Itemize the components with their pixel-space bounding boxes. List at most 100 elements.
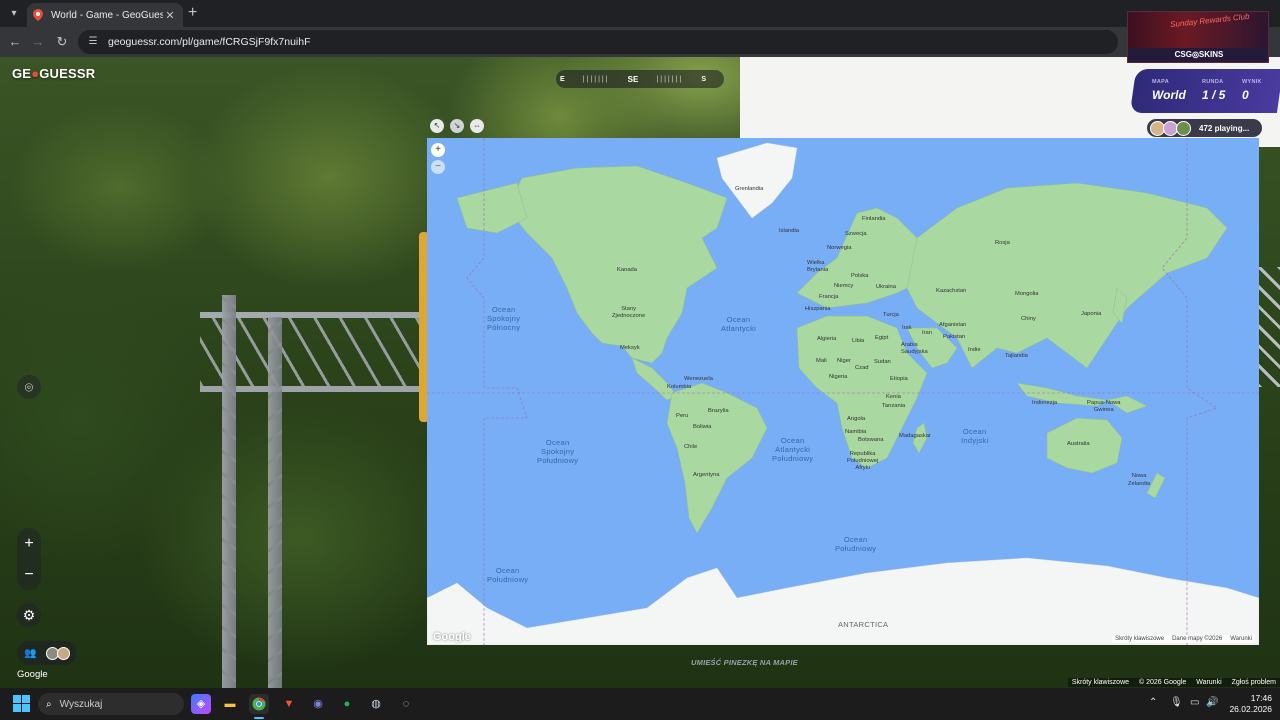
windows-taskbar: ⌕ Wyszukaj ◈ ▬ ▼ ◉ ● ◍ ◌ ⌃ 🎙 ▭ 🔊 17:46 2… xyxy=(0,688,1280,720)
browser-tab-bar: ▾ World - Game - GeoGuessr ✕ + xyxy=(0,0,1280,27)
map-data-credit: Dane mapy ©2026 xyxy=(1172,636,1223,642)
volume-icon[interactable]: 🔊 xyxy=(1206,697,1218,708)
country-label: Sudan xyxy=(874,359,891,365)
country-label: Nowa Zelandia xyxy=(1128,473,1151,487)
country-label: Kanada xyxy=(617,267,637,273)
copilot-icon[interactable]: ◈ xyxy=(191,694,211,714)
country-label: Stany Zjednoczone xyxy=(612,306,646,319)
country-label: Irak xyxy=(902,325,912,331)
ocean-label: Ocean Spokojny Południowy xyxy=(537,438,579,465)
ocean-label: Ocean Południowy xyxy=(487,566,529,584)
panorama-zoom-in-button[interactable]: + xyxy=(17,528,41,559)
microphone-icon[interactable]: 🎙 xyxy=(1170,697,1183,708)
friends-button[interactable]: 👥 xyxy=(17,641,77,665)
new-tab-icon[interactable]: + xyxy=(188,4,202,22)
street-view-panorama[interactable]: GE●GUESSR E ||||||| SE ||||||| S MAPA Wo… xyxy=(0,57,1280,688)
antarctica-label: ANTARCTICA xyxy=(838,620,889,629)
sv-shortcuts-link[interactable]: Skróty klawiszowe xyxy=(1072,679,1129,686)
back-arrow-icon[interactable]: ← xyxy=(7,34,23,50)
stat-score-label: WYNIK xyxy=(1242,79,1262,85)
brave-icon[interactable]: ▼ xyxy=(279,694,299,714)
enlarge-map-icon[interactable]: ↘ xyxy=(450,119,464,133)
app-icon[interactable]: ◌ xyxy=(396,694,416,714)
country-label: Etiopia xyxy=(890,376,908,382)
tab-search-chevron-icon[interactable]: ▾ xyxy=(5,5,23,23)
stream-ad-overlay: Sunday Rewards Club CSG◎SKINS xyxy=(1127,11,1269,63)
return-to-start-icon[interactable]: ⌾ xyxy=(17,375,41,399)
reload-icon[interactable]: ↻ xyxy=(54,34,70,50)
country-label: Arabia Saudyjska xyxy=(901,342,928,355)
taskbar-search[interactable]: ⌕ Wyszukaj xyxy=(38,693,184,715)
chrome-icon[interactable] xyxy=(249,694,269,714)
ocean-label: Ocean Atlantycki xyxy=(721,315,757,333)
country-label: Tajlandia xyxy=(1005,353,1028,359)
stat-round-value: 1 / 5 xyxy=(1202,88,1226,102)
country-label: Hiszpania xyxy=(805,306,831,312)
ocean-label: Ocean Spokojny Północny xyxy=(487,305,521,332)
country-label: Ukraina xyxy=(876,284,896,290)
browser-tab[interactable]: World - Game - GeoGuessr ✕ xyxy=(27,3,183,27)
address-bar: ← → ↻ ☰ geoguessr.com/pl/game/fCRGSjF9fx… xyxy=(0,27,1280,57)
compass-heading: SE xyxy=(627,74,639,84)
map-size-controls: ↖ ↘ ⇔ xyxy=(430,119,484,133)
country-label: Mali xyxy=(816,358,827,364)
country-label: Peru xyxy=(676,413,689,419)
logo-text-right: GUESSR xyxy=(39,66,96,81)
country-label: Norwegia xyxy=(827,245,852,251)
map-zoom-out-button[interactable]: − xyxy=(431,160,445,174)
country-label: Namibia xyxy=(845,429,867,435)
country-label: Szwecja xyxy=(845,231,867,237)
close-tab-icon[interactable]: ✕ xyxy=(163,9,177,22)
country-label: Angola xyxy=(847,416,866,422)
panorama-zoom-out-button[interactable]: − xyxy=(17,559,41,590)
file-explorer-icon[interactable]: ▬ xyxy=(220,694,240,714)
country-label: Polska xyxy=(851,273,869,279)
country-label: Madagaskar xyxy=(899,433,931,439)
network-icon[interactable]: ▭ xyxy=(1190,697,1199,708)
country-label: Wenezuela xyxy=(684,376,713,382)
site-info-icon[interactable]: ☰ xyxy=(86,35,100,49)
sv-report-link[interactable]: Zgłoś problem xyxy=(1232,679,1276,686)
ocean-label: Ocean Atlantycki Południowy xyxy=(772,436,814,463)
country-label: Egipt xyxy=(875,335,889,341)
map-terms-link[interactable]: Warunki xyxy=(1230,636,1252,642)
map-shortcuts-link[interactable]: Skróty klawiszowe xyxy=(1115,636,1164,642)
compass-ticks: ||||||| xyxy=(582,75,610,83)
country-label: Chiny xyxy=(1021,316,1036,322)
forward-arrow-icon[interactable]: → xyxy=(30,34,46,50)
stat-round-label: RUNDA xyxy=(1202,79,1224,85)
map-zoom-in-button[interactable]: + xyxy=(431,143,445,157)
url-field[interactable]: ☰ geoguessr.com/pl/game/fCRGSjF9fx7nuihF xyxy=(78,30,1118,54)
stat-map-value: World xyxy=(1152,88,1186,102)
sv-terms-link[interactable]: Warunki xyxy=(1196,679,1221,686)
players-online-badge[interactable]: 472 playing... xyxy=(1147,119,1262,137)
metal-truss-post xyxy=(222,295,236,688)
country-label: Meksyk xyxy=(620,345,640,351)
geoguessr-logo[interactable]: GE●GUESSR xyxy=(12,66,95,81)
geoguessr-pin-icon xyxy=(33,9,43,21)
country-label: Libia xyxy=(852,338,865,344)
shrink-map-icon[interactable]: ↖ xyxy=(430,119,444,133)
guess-map[interactable]: + − Ocean Spokojny Północny Ocean Atlant… xyxy=(427,138,1259,645)
country-label: Pakistan xyxy=(943,334,966,340)
tray-chevron-icon[interactable]: ⌃ xyxy=(1149,697,1157,708)
windows-start-icon[interactable] xyxy=(13,695,30,712)
country-label: Algieria xyxy=(817,336,837,342)
spotify-icon[interactable]: ● xyxy=(337,694,357,714)
ocean-label: Ocean Południowy xyxy=(835,535,877,553)
clock-time: 17:46 xyxy=(1250,693,1272,703)
stat-score-value: 0 xyxy=(1242,88,1249,102)
country-label: Grenlandia xyxy=(735,186,764,192)
settings-gear-icon[interactable]: ⚙ xyxy=(17,603,41,627)
avatar xyxy=(1176,120,1191,136)
metal-truss-post xyxy=(268,317,282,688)
url-text: geoguessr.com/pl/game/fCRGSjF9fx7nuihF xyxy=(108,36,311,48)
taskbar-clock[interactable]: 17:46 26.02.2026 xyxy=(1222,693,1272,715)
country-label: Afganistan xyxy=(939,322,967,328)
steam-icon[interactable]: ◍ xyxy=(366,694,386,714)
players-count: 472 playing... xyxy=(1199,123,1250,133)
pin-map-icon[interactable]: ⇔ xyxy=(470,119,484,133)
discord-icon[interactable]: ◉ xyxy=(308,694,328,714)
map-footer-links: Skróty klawiszowe Dane mapy ©2026 Warunk… xyxy=(1112,635,1255,643)
country-label: Indonezja xyxy=(1032,400,1058,406)
